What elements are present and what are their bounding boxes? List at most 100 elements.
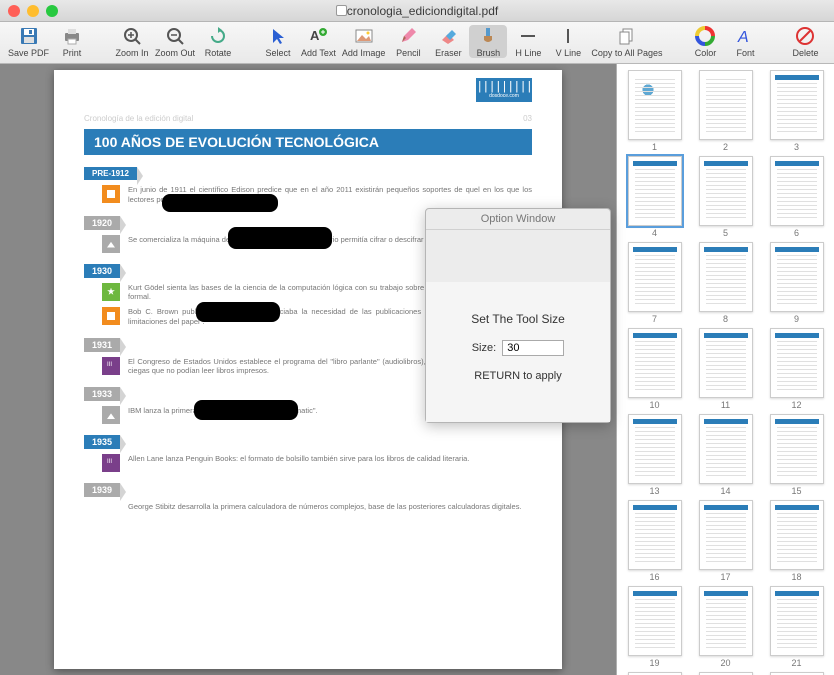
- add-text-button[interactable]: AAdd Text: [299, 25, 338, 58]
- color-button[interactable]: Color: [686, 25, 724, 58]
- maximize-window-button[interactable]: [46, 5, 58, 17]
- image-icon: [353, 25, 375, 47]
- zoom-out-icon: [164, 25, 186, 47]
- thumbnail-number: 16: [649, 572, 659, 582]
- tool-size-heading: Set The Tool Size: [436, 312, 600, 326]
- thumbnail-number: 8: [723, 314, 728, 324]
- toolbar: Save PDF Print Zoom In Zoom Out Rotate S…: [0, 22, 834, 64]
- thumbnail-page-21[interactable]: 21: [765, 586, 828, 668]
- delete-icon: [794, 25, 816, 47]
- floppy-icon: [18, 25, 40, 47]
- eraser-button[interactable]: Eraser: [429, 25, 467, 58]
- pencil-icon: [397, 25, 419, 47]
- marker-icon: [102, 307, 120, 325]
- thumbnail-page-16[interactable]: 16: [623, 500, 686, 582]
- thumbnail-number: 7: [652, 314, 657, 324]
- thumbnail-page-6[interactable]: 6: [765, 156, 828, 238]
- font-button[interactable]: AFont: [726, 25, 764, 58]
- rotate-icon: [207, 25, 229, 47]
- print-button[interactable]: Print: [53, 25, 91, 58]
- timeline-entry: George Stibitz desarrolla la primera cal…: [102, 502, 532, 520]
- thumbnail-number: 10: [649, 400, 659, 410]
- close-window-button[interactable]: [8, 5, 20, 17]
- hline-button[interactable]: H Line: [509, 25, 547, 58]
- thumbnail-page-8[interactable]: 8: [694, 242, 757, 324]
- color-wheel-icon: [694, 25, 716, 47]
- undo-button[interactable]: Undo: [826, 25, 834, 58]
- pencil-button[interactable]: Pencil: [389, 25, 427, 58]
- marker-icon: [102, 283, 120, 301]
- marker-icon: [102, 454, 120, 472]
- select-button[interactable]: Select: [259, 25, 297, 58]
- thumbnail-page-20[interactable]: 20: [694, 586, 757, 668]
- marker-icon: [102, 357, 120, 375]
- thumbnail-number: 9: [794, 314, 799, 324]
- window-controls: [8, 5, 58, 17]
- apply-hint: RETURN to apply: [436, 370, 600, 382]
- brush-button[interactable]: Brush: [469, 25, 507, 58]
- marker-icon: [102, 235, 120, 253]
- thumbnail-page-4[interactable]: 4: [623, 156, 686, 238]
- thumbnail-number: 11: [721, 400, 730, 410]
- vline-button[interactable]: V Line: [549, 25, 587, 58]
- thumbnail-page-3[interactable]: 3: [765, 70, 828, 152]
- thumbnail-page-10[interactable]: 10: [623, 328, 686, 410]
- thumbnail-page-14[interactable]: 14: [694, 414, 757, 496]
- thumbnail-page-12[interactable]: 12: [765, 328, 828, 410]
- thumbnail-page-7[interactable]: 7: [623, 242, 686, 324]
- thumbnail-number: 19: [649, 658, 659, 668]
- rotate-button[interactable]: Rotate: [199, 25, 237, 58]
- thumbnail-page-1[interactable]: 1: [623, 70, 686, 152]
- year-tag: 1920: [84, 216, 120, 230]
- thumbnail-number: 17: [720, 572, 730, 582]
- timeline-entry: Allen Lane lanza Penguin Books: el forma…: [102, 454, 532, 472]
- thumbnail-sidebar: 123456789101112131415161718192021222324: [616, 64, 834, 675]
- printer-icon: [61, 25, 83, 47]
- thumbnail-number: 13: [649, 486, 659, 496]
- thumbnail-page-18[interactable]: 18: [765, 500, 828, 582]
- svg-text:A: A: [737, 29, 749, 46]
- zoom-in-button[interactable]: Zoom In: [113, 25, 151, 58]
- svg-text:A: A: [310, 28, 320, 43]
- delete-button[interactable]: Delete: [786, 25, 824, 58]
- thumbnail-number: 5: [723, 228, 728, 238]
- copy-all-pages-button[interactable]: Copy to All Pages: [589, 25, 664, 58]
- content-area: |||||||||||dosdoce.com Cronología de la …: [0, 64, 834, 675]
- thumbnail-number: 12: [791, 400, 801, 410]
- brush-icon: [477, 25, 499, 47]
- option-window[interactable]: Option Window Set The Tool Size Size: RE…: [425, 208, 611, 423]
- year-tag: 1931: [84, 338, 120, 352]
- minimize-window-button[interactable]: [27, 5, 39, 17]
- timeline-entry: En junio de 1911 el científico Edison pr…: [102, 185, 532, 205]
- size-input[interactable]: [502, 340, 564, 356]
- font-icon: A: [734, 25, 756, 47]
- save-pdf-button[interactable]: Save PDF: [6, 25, 51, 58]
- page-subtitle: Cronología de la edición digital03: [84, 114, 532, 123]
- eraser-icon: [437, 25, 459, 47]
- option-window-title: Option Window: [426, 209, 610, 230]
- thumbnail-number: 2: [723, 142, 728, 152]
- thumbnail-scroll[interactable]: 123456789101112131415161718192021222324: [623, 70, 828, 675]
- year-tag: 1939: [84, 483, 120, 497]
- thumbnail-page-17[interactable]: 17: [694, 500, 757, 582]
- year-tag: PRE-1912: [84, 167, 137, 180]
- marker-icon: [102, 406, 120, 424]
- thumbnail-page-13[interactable]: 13: [623, 414, 686, 496]
- add-image-button[interactable]: Add Image: [340, 25, 388, 58]
- thumbnail-page-15[interactable]: 15: [765, 414, 828, 496]
- thumbnail-page-5[interactable]: 5: [694, 156, 757, 238]
- marker-icon: [102, 185, 120, 203]
- window-title: cronologia_ediciondigital.pdf: [336, 4, 498, 18]
- year-tag: 1930: [84, 264, 120, 278]
- thumbnail-number: 3: [794, 142, 799, 152]
- thumbnail-number: 20: [720, 658, 730, 668]
- thumbnail-page-11[interactable]: 11: [694, 328, 757, 410]
- thumbnail-number: 4: [652, 228, 657, 238]
- thumbnail-page-19[interactable]: 19: [623, 586, 686, 668]
- cursor-icon: [267, 25, 289, 47]
- zoom-out-button[interactable]: Zoom Out: [153, 25, 197, 58]
- thumbnail-page-9[interactable]: 9: [765, 242, 828, 324]
- thumbnail-page-2[interactable]: 2: [694, 70, 757, 152]
- text-plus-icon: A: [307, 25, 329, 47]
- copy-pages-icon: [616, 25, 638, 47]
